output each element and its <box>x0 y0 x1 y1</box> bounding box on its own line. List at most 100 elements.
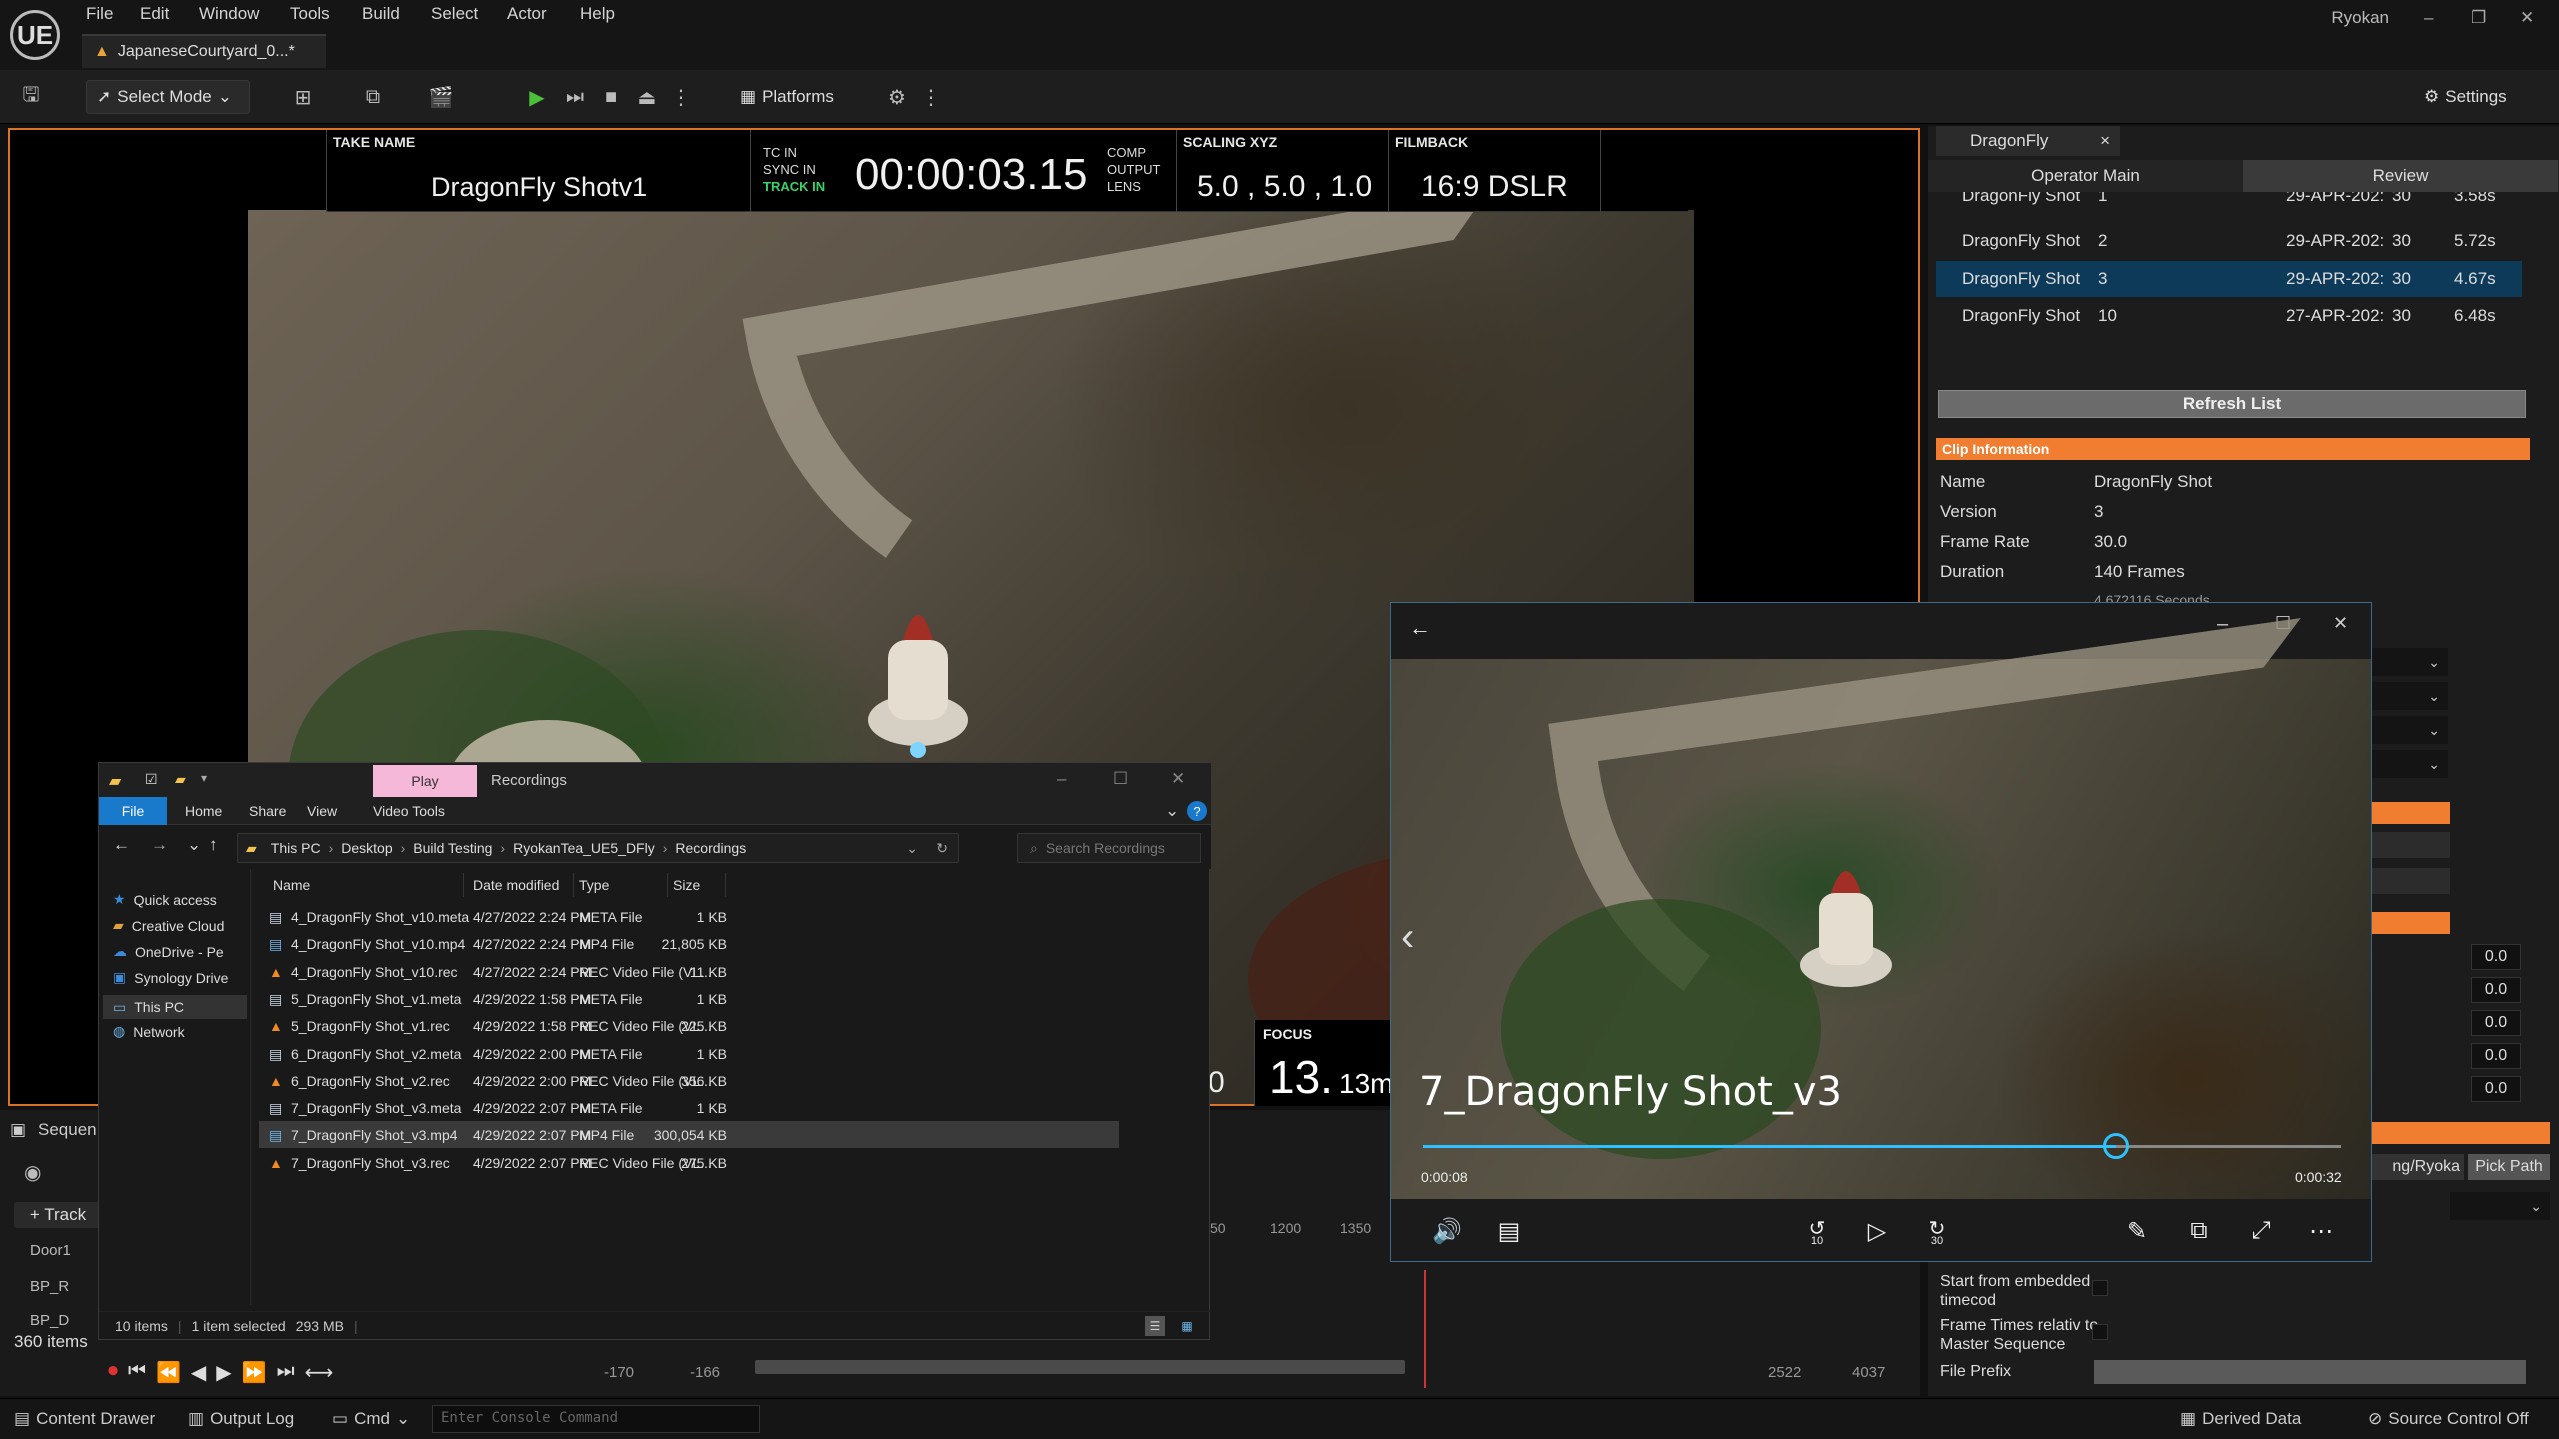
record-icon[interactable]: ⏺ <box>108 1360 118 1385</box>
eject-icon[interactable]: ⏏ <box>634 84 660 110</box>
tab-operator-main[interactable]: Operator Main <box>1928 160 2243 192</box>
number-field[interactable]: 0.0 <box>2471 1043 2521 1069</box>
large-icons-view-icon[interactable]: ▦ <box>1177 1316 1197 1336</box>
minimize-button[interactable]: – <box>2424 8 2433 28</box>
column-divider[interactable] <box>667 873 668 897</box>
close-button[interactable]: ✕ <box>2520 8 2534 28</box>
playhead[interactable] <box>1424 1270 1426 1388</box>
menu-tools[interactable]: Tools <box>290 4 330 24</box>
cmd-button[interactable]: ▭ Cmd ⌄ <box>332 1409 410 1429</box>
column-divider[interactable] <box>573 873 574 897</box>
content-drawer-button[interactable]: ▤ Content Drawer <box>14 1409 155 1429</box>
timeline-scrollbar[interactable] <box>755 1360 1405 1374</box>
frame-times-checkbox[interactable] <box>2092 1324 2108 1340</box>
clip-row[interactable]: DragonFly Shot 10 27-APR-202: 30 6.48s <box>1936 298 2522 334</box>
file-row[interactable]: ▤ 7_DragonFly Shot_v3.mp4 4/29/2022 2:07 P… <box>259 1121 1119 1149</box>
previous-chevron-icon[interactable]: ‹ <box>1401 915 1414 960</box>
add-track-button[interactable]: + Track <box>14 1202 102 1228</box>
clip-row[interactable]: DragonFly Shot 2 29-APR-202: 30 5.72s <box>1936 223 2522 259</box>
menu-actor[interactable]: Actor <box>507 4 547 24</box>
play-icon[interactable]: ▶ <box>216 1360 231 1385</box>
source-control-button[interactable]: ⊘ Source Control Off <box>2368 1409 2529 1429</box>
ribbon-tab-video-tools[interactable]: Video Tools <box>361 797 457 825</box>
file-row[interactable]: ▤ 5_DragonFly Shot_v1.meta 4/29/2022 1:58 … <box>259 985 1119 1012</box>
project-launcher-icon[interactable]: ⚙ <box>884 84 910 110</box>
customize-qat-icon[interactable]: ▾ <box>201 771 207 785</box>
more-options-icon[interactable]: ⋮ <box>668 84 694 110</box>
skip-back-button[interactable]: ↺ 10 <box>1799 1213 1835 1249</box>
dragonfly-tab[interactable]: DragonFly × <box>1936 126 2120 156</box>
number-field[interactable]: 0.0 <box>2471 1010 2521 1036</box>
file-row[interactable]: ▤ 4_DragonFly Shot_v10.meta 4/27/2022 2:24… <box>259 903 1119 930</box>
menu-window[interactable]: Window <box>199 4 259 24</box>
jump-end-icon[interactable]: ⏭ <box>277 1360 295 1385</box>
nav-quick-access[interactable]: ★ Quick access <box>113 891 249 908</box>
more-options-icon-2[interactable]: ⋮ <box>918 84 944 110</box>
skip-forward-button[interactable]: ↻ 30 <box>1919 1213 1955 1249</box>
breadcrumb-item[interactable]: Desktop <box>341 840 392 856</box>
file-row[interactable]: ▲ 6_DragonFly Shot_v2.rec 4/29/2022 2:00 P… <box>259 1067 1119 1094</box>
volume-icon[interactable]: 🔊 <box>1429 1213 1465 1249</box>
file-row[interactable]: ▲ 7_DragonFly Shot_v3.rec 4/29/2022 2:07 P… <box>259 1149 1119 1176</box>
breadcrumb-item[interactable]: This PC <box>271 840 321 856</box>
add-content-icon[interactable]: ⊞ <box>290 84 316 110</box>
play-context-tab[interactable]: Play <box>373 765 477 797</box>
path-field[interactable]: ng/Ryoka <box>2368 1154 2464 1180</box>
number-field[interactable]: 0.0 <box>2471 944 2521 970</box>
details-view-icon[interactable]: ☰ <box>1145 1315 1165 1336</box>
file-row[interactable]: ▤ 4_DragonFly Shot_v10.mp4 4/27/2022 2:24 … <box>259 930 1119 957</box>
nav-this-pc[interactable]: ▭ This PC <box>103 995 247 1019</box>
address-bar[interactable]: ▰ This PC › Desktop › Build Testing › Ry… <box>237 833 959 863</box>
ribbon-tab-share[interactable]: Share <box>237 797 298 825</box>
select-mode-button[interactable]: ➚ Select Mode ⌄ <box>86 80 250 114</box>
nav-creative-cloud[interactable]: ▰ Creative Cloud <box>113 917 249 934</box>
range-end-2[interactable]: 4037 <box>1852 1364 1885 1381</box>
number-field[interactable]: 0.0 <box>2471 977 2521 1003</box>
edit-pencil-icon[interactable]: ✎ <box>2119 1213 2155 1249</box>
menu-select[interactable]: Select <box>431 4 478 24</box>
column-header-date[interactable]: Date modified <box>473 877 559 893</box>
play-icon[interactable]: ▶ <box>524 84 550 110</box>
close-icon[interactable]: × <box>2100 131 2110 151</box>
back-arrow-icon[interactable]: ← <box>1409 615 1431 641</box>
breadcrumb-item[interactable]: Recordings <box>675 840 746 856</box>
chevron-down-icon[interactable]: ⌄ <box>906 840 918 857</box>
range-end[interactable]: 2522 <box>1768 1364 1801 1381</box>
track-row[interactable]: BP_R <box>30 1278 69 1295</box>
properties-icon[interactable]: ☑ <box>145 771 158 788</box>
captions-icon[interactable]: ▤ <box>1491 1213 1527 1249</box>
close-button[interactable]: ✕ <box>2333 613 2348 634</box>
video-frame[interactable]: ‹ 7_DragonFly Shot_v3 <box>1391 617 2371 1213</box>
seek-thumb[interactable] <box>2103 1133 2130 1159</box>
column-divider[interactable] <box>463 873 464 897</box>
back-arrow-icon[interactable]: ← <box>113 835 130 855</box>
clip-row-selected[interactable]: DragonFly Shot 3 29-APR-202: 30 4.67s <box>1936 261 2522 297</box>
new-folder-icon[interactable]: ▰ <box>175 771 186 788</box>
expand-ribbon-icon[interactable]: ⌄ <box>1165 801 1179 821</box>
range-start[interactable]: -170 <box>604 1364 634 1381</box>
file-row[interactable]: ▲ 4_DragonFly Shot_v10.rec 4/27/2022 2:24 … <box>259 958 1119 985</box>
menu-build[interactable]: Build <box>362 4 400 24</box>
minimize-button[interactable]: – <box>1057 769 1066 789</box>
output-log-button[interactable]: ▥ Output Log <box>188 1409 294 1429</box>
refresh-list-button[interactable]: Refresh List <box>1938 390 2526 418</box>
track-row[interactable]: BP_D <box>30 1312 69 1329</box>
maximize-button[interactable]: ☐ <box>1113 769 1128 789</box>
breadcrumb-item[interactable]: RyokanTea_UE5_DFly <box>513 840 655 856</box>
play-button[interactable]: ▷ <box>1859 1213 1895 1249</box>
settings-button[interactable]: ⚙ Settings <box>2414 80 2544 114</box>
close-button[interactable]: ✕ <box>1171 769 1185 789</box>
breadcrumb-item[interactable]: Build Testing <box>413 840 492 856</box>
cinematics-icon[interactable]: 🎬 <box>428 84 454 110</box>
camera-icon[interactable]: ◉ <box>24 1160 41 1185</box>
nav-network[interactable]: ◍ Network <box>113 1023 249 1040</box>
ribbon-tab-file[interactable]: File <box>99 797 167 825</box>
unreal-logo-icon[interactable]: UE <box>10 10 60 60</box>
console-input[interactable]: Enter Console Command <box>432 1405 760 1433</box>
column-divider[interactable] <box>725 873 726 897</box>
column-header-size[interactable]: Size <box>673 877 700 893</box>
nav-onedrive[interactable]: ☁ OneDrive - Pe <box>113 943 249 960</box>
level-document-tab[interactable]: ▲ JapaneseCourtyard_0...* <box>82 34 326 68</box>
column-header-name[interactable]: Name <box>273 877 310 893</box>
column-header-type[interactable]: Type <box>579 877 609 893</box>
